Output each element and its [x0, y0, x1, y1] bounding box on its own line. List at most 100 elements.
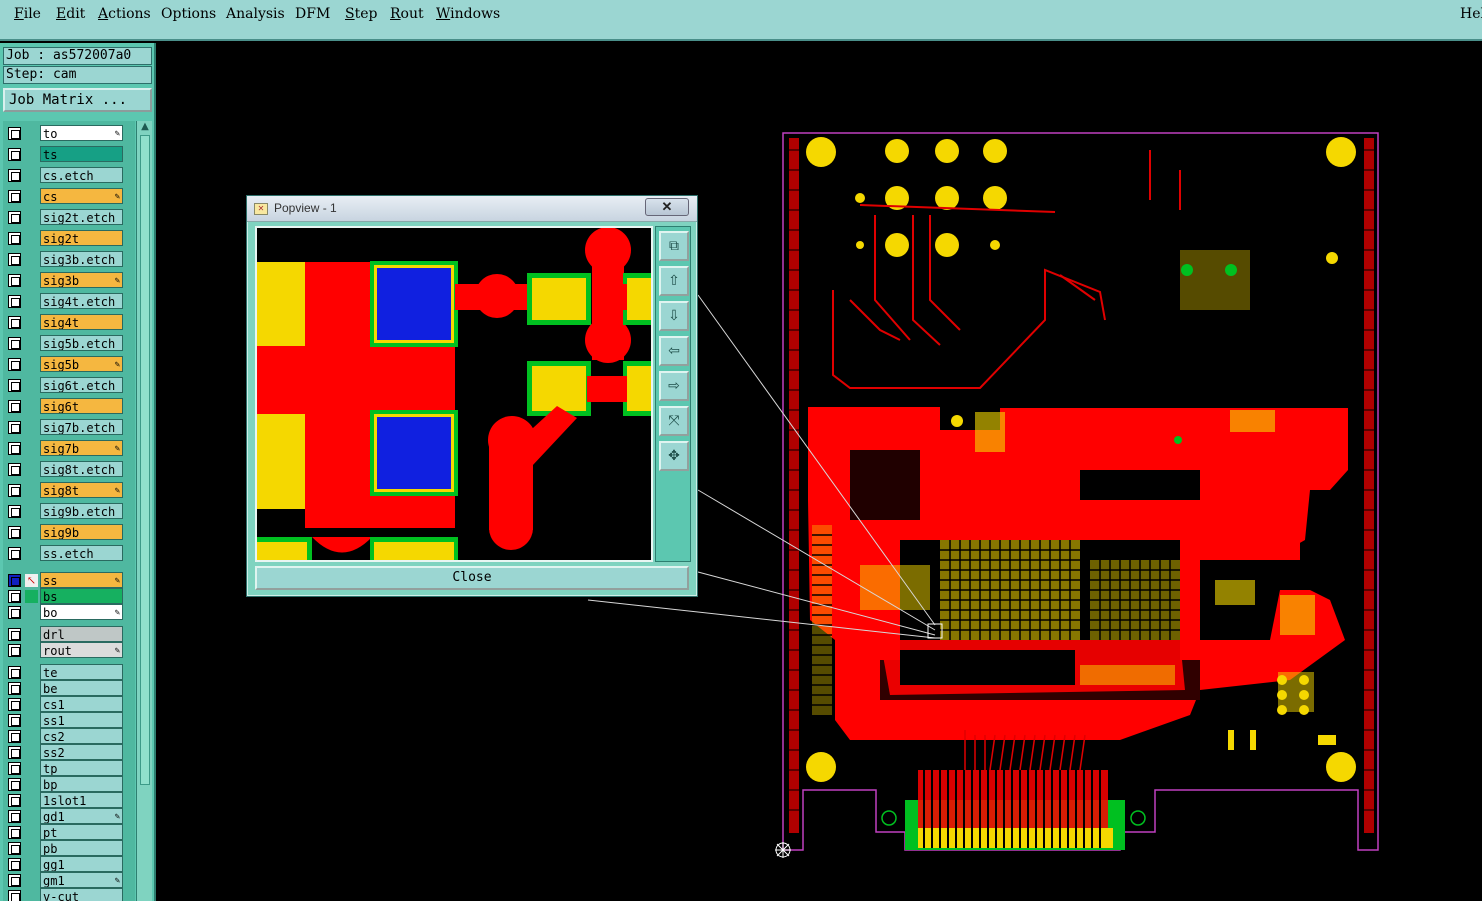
layer-display-checkbox[interactable] [8, 890, 21, 901]
layer-name[interactable]: ss ✎ [40, 572, 123, 588]
zoom-home-icon[interactable]: ✥ [659, 441, 689, 471]
layer-display-checkbox[interactable] [8, 442, 21, 455]
layer-display-checkbox[interactable] [8, 295, 21, 308]
layer-row-rout[interactable]: rout ✎ [3, 642, 135, 658]
layer-row-v-cut[interactable]: v-cut [3, 888, 135, 901]
layer-row-sig4t[interactable]: sig4t [3, 314, 135, 330]
layer-display-checkbox[interactable] [8, 526, 21, 539]
layer-name[interactable]: cs.etch [40, 167, 123, 183]
layer-name[interactable]: sig5b ✎ [40, 356, 123, 372]
layer-name[interactable]: gd1 ✎ [40, 808, 123, 824]
layer-name[interactable]: gg1 [40, 856, 123, 872]
layer-display-checkbox[interactable] [8, 400, 21, 413]
layer-name[interactable]: sig2t.etch [40, 209, 123, 225]
layer-name[interactable]: bo ✎ [40, 604, 123, 620]
layer-display-checkbox[interactable] [8, 746, 21, 759]
layer-row-sig6t[interactable]: sig6t [3, 398, 135, 414]
layer-name[interactable]: te [40, 664, 123, 680]
layer-row-sig2t[interactable]: sig2t [3, 230, 135, 246]
popview-titlebar[interactable]: ✕ Popview - 1 ✕ [247, 196, 697, 222]
layer-name[interactable]: ts [40, 146, 123, 162]
layer-name[interactable]: sig6t [40, 398, 123, 414]
menu-file[interactable]: File [14, 6, 41, 22]
layer-name[interactable]: bs [40, 588, 123, 604]
layer-display-checkbox[interactable] [8, 714, 21, 727]
layer-row-sig5b.etch[interactable]: sig5b.etch [3, 335, 135, 351]
menu-options[interactable]: Options [161, 6, 216, 22]
layer-row-ss.etch[interactable]: ss.etch [3, 545, 135, 561]
layer-name[interactable]: drl [40, 626, 123, 642]
layer-display-checkbox[interactable] [8, 874, 21, 887]
layer-name[interactable]: v-cut [40, 888, 123, 901]
layer-row-sig6t.etch[interactable]: sig6t.etch [3, 377, 135, 393]
layer-display-checkbox[interactable] [8, 169, 21, 182]
layer-name[interactable]: sig4t.etch [40, 293, 123, 309]
popview-close-button[interactable]: Close [255, 566, 689, 590]
layer-display-checkbox[interactable] [8, 810, 21, 823]
layer-row-sig2t.etch[interactable]: sig2t.etch [3, 209, 135, 225]
layer-display-checkbox[interactable] [8, 826, 21, 839]
layer-row-sig3b[interactable]: sig3b ✎ [3, 272, 135, 288]
layer-row-to[interactable]: to ✎ [3, 125, 135, 141]
layer-display-checkbox[interactable] [8, 682, 21, 695]
layer-row-bp[interactable]: bp [3, 776, 135, 792]
layer-name[interactable]: sig8t ✎ [40, 482, 123, 498]
layer-name[interactable]: sig7b.etch [40, 419, 123, 435]
layer-row-cs2[interactable]: cs2 [3, 728, 135, 744]
layer-row-sig8t[interactable]: sig8t ✎ [3, 482, 135, 498]
layer-row-ss1[interactable]: ss1 [3, 712, 135, 728]
menu-edit[interactable]: Edit [56, 6, 85, 22]
menu-help[interactable]: Hel [1460, 6, 1482, 22]
layer-display-checkbox[interactable] [8, 666, 21, 679]
layer-display-checkbox[interactable] [8, 211, 21, 224]
pan-left-icon[interactable]: ⇦ [659, 336, 689, 366]
layer-name[interactable]: bp [40, 776, 123, 792]
layer-row-be[interactable]: be [3, 680, 135, 696]
layer-row-sig7b[interactable]: sig7b ✎ [3, 440, 135, 456]
layer-display-checkbox[interactable] [8, 606, 21, 619]
layer-display-checkbox[interactable] [8, 590, 21, 603]
layer-display-checkbox[interactable] [8, 463, 21, 476]
layer-list-scrollbar[interactable]: ▲ [136, 121, 152, 901]
popview-close-x-button[interactable]: ✕ [645, 198, 689, 216]
zoom-in-icon[interactable]: ⤧ [659, 406, 689, 436]
layer-row-sig9b[interactable]: sig9b [3, 524, 135, 540]
layer-display-checkbox[interactable] [8, 148, 21, 161]
layer-name[interactable]: pt [40, 824, 123, 840]
layer-name[interactable]: pb [40, 840, 123, 856]
layer-name[interactable]: sig3b.etch [40, 251, 123, 267]
menu-dfm[interactable]: DFM [295, 6, 330, 22]
pan-up-icon[interactable]: ⇧ [659, 266, 689, 296]
layer-row-cs[interactable]: cs ✎ [3, 188, 135, 204]
scroll-thumb[interactable] [140, 135, 150, 785]
layer-display-checkbox[interactable] [8, 421, 21, 434]
layer-row-ss[interactable]: ↖ ss ✎ [3, 572, 135, 588]
layer-name[interactable]: sig9b [40, 524, 123, 540]
layer-name[interactable]: sig8t.etch [40, 461, 123, 477]
layer-name[interactable]: sig6t.etch [40, 377, 123, 393]
layer-row-bo[interactable]: bo ✎ [3, 604, 135, 620]
menu-step[interactable]: Step [345, 6, 377, 22]
scroll-up-icon[interactable]: ▲ [139, 121, 151, 133]
layer-display-checkbox[interactable] [8, 842, 21, 855]
layer-row-cs.etch[interactable]: cs.etch [3, 167, 135, 183]
menu-windows[interactable]: Windows [436, 6, 500, 22]
layer-row-gm1[interactable]: gm1 ✎ [3, 872, 135, 888]
layer-name[interactable]: cs ✎ [40, 188, 123, 204]
layer-display-checkbox[interactable] [8, 127, 21, 140]
layer-row-te[interactable]: te [3, 664, 135, 680]
layer-row-gd1[interactable]: gd1 ✎ [3, 808, 135, 824]
layer-display-checkbox[interactable] [8, 778, 21, 791]
layer-row-cs1[interactable]: cs1 [3, 696, 135, 712]
menu-actions[interactable]: Actions [98, 6, 151, 22]
layer-display-checkbox[interactable] [8, 858, 21, 871]
layer-name[interactable]: rout ✎ [40, 642, 123, 658]
layer-row-pb[interactable]: pb [3, 840, 135, 856]
layer-display-checkbox[interactable] [8, 762, 21, 775]
layer-name[interactable]: ss1 [40, 712, 123, 728]
layer-name[interactable]: sig7b ✎ [40, 440, 123, 456]
zoom-window-icon[interactable]: ⧉ [659, 231, 689, 261]
layer-display-checkbox[interactable] [8, 698, 21, 711]
layer-display-checkbox[interactable] [8, 379, 21, 392]
layer-name[interactable]: ss2 [40, 744, 123, 760]
